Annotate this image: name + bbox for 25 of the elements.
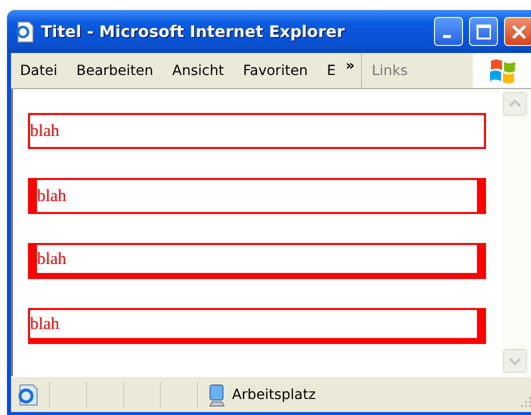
- bordered-text-box: blah: [28, 243, 486, 279]
- window-title: Titel - Microsoft Internet Explorer: [41, 22, 346, 41]
- bordered-text-box: blah: [28, 308, 486, 344]
- links-toolbar-label[interactable]: Links: [360, 53, 420, 88]
- menu-item[interactable]: Bearbeiten: [67, 62, 164, 78]
- maximize-button[interactable]: [469, 17, 498, 46]
- scroll-down-icon[interactable]: [503, 349, 527, 373]
- menu-item[interactable]: Datei: [11, 62, 68, 78]
- menu-item[interactable]: Favoriten: [234, 62, 318, 78]
- bordered-text-box: blah: [28, 113, 486, 149]
- menu-overflow-chevron[interactable]: »: [346, 58, 355, 74]
- computer-icon: [208, 382, 226, 406]
- minimize-button[interactable]: [434, 17, 463, 46]
- scroll-up-icon[interactable]: [503, 92, 527, 116]
- close-icon: [511, 24, 526, 40]
- vertical-scrollbar[interactable]: [502, 89, 531, 376]
- close-button[interactable]: [504, 17, 531, 46]
- menu-item[interactable]: Ansicht: [163, 62, 234, 78]
- page-icon: [15, 20, 35, 42]
- maximize-icon: [476, 24, 491, 40]
- zone-label: Arbeitsplatz: [232, 386, 316, 402]
- menu-item[interactable]: E: [318, 62, 346, 78]
- resize-grip-icon[interactable]: [519, 394, 531, 408]
- windows-flag-icon: [488, 56, 518, 84]
- bordered-text-box: blah: [28, 178, 486, 214]
